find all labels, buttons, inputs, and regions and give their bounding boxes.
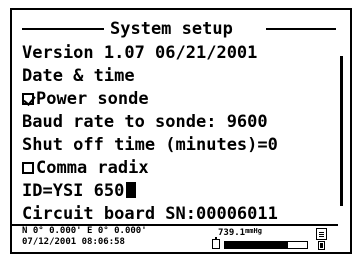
id-input[interactable]: ID=YSI 650	[22, 181, 124, 201]
circuit-board-sn-label: Circuit board SN:00006011	[22, 204, 278, 224]
text-cursor	[126, 182, 137, 198]
comma-radix-checkbox[interactable]	[22, 162, 34, 174]
menu-item-comma-radix[interactable]: Comma radix	[22, 157, 336, 180]
battery-icon	[212, 237, 220, 249]
menu-item-power-sonde[interactable]: Power sonde	[22, 88, 336, 111]
baud-rate-label: Baud rate to sonde: 9600	[22, 112, 268, 132]
menu-item-version[interactable]: Version 1.07 06/21/2001	[22, 42, 336, 65]
plug-icon	[315, 241, 328, 251]
menu-item-id[interactable]: ID=YSI 650	[22, 180, 336, 203]
pressure-value: 739.1	[218, 228, 246, 238]
battery-level-fill	[225, 242, 289, 248]
comma-radix-label: Comma radix	[36, 158, 149, 178]
battery-level-bar	[224, 241, 308, 249]
document-icon	[316, 228, 327, 240]
date-time-label: Date & time	[22, 66, 135, 86]
title-bar: System setup	[22, 18, 336, 40]
pressure-unit: mmHg	[245, 227, 262, 235]
power-sonde-checkbox[interactable]	[22, 93, 34, 105]
scrollbar[interactable]	[340, 56, 343, 206]
shut-off-time-label: Shut off time (minutes)=0	[22, 135, 278, 155]
menu-item-baud-rate[interactable]: Baud rate to sonde: 9600	[22, 111, 336, 134]
menu-item-date-time[interactable]: Date & time	[22, 65, 336, 88]
date-time-readout: 07/12/2001 08:06:58	[22, 237, 125, 247]
title-rule-right	[266, 28, 336, 30]
title-rule-left	[22, 28, 104, 30]
power-sonde-label: Power sonde	[36, 89, 149, 109]
menu-item-shut-off-time[interactable]: Shut off time (minutes)=0	[22, 134, 336, 157]
gps-coordinates: N 0° 0.000' E 0° 0.000'	[22, 226, 147, 236]
version-label: Version 1.07 06/21/2001	[22, 43, 258, 63]
status-bar: N 0° 0.000' E 0° 0.000' 07/12/2001 08:06…	[22, 226, 336, 252]
menu-item-circuit-board-sn[interactable]: Circuit board SN:00006011	[22, 203, 336, 226]
setup-menu: Version 1.07 06/21/2001 Date & time Powe…	[22, 42, 336, 226]
barometer-readout: 739.1mmHg	[218, 226, 262, 238]
page-title: System setup	[110, 19, 233, 39]
device-screen: System setup Version 1.07 06/21/2001 Dat…	[0, 0, 362, 262]
